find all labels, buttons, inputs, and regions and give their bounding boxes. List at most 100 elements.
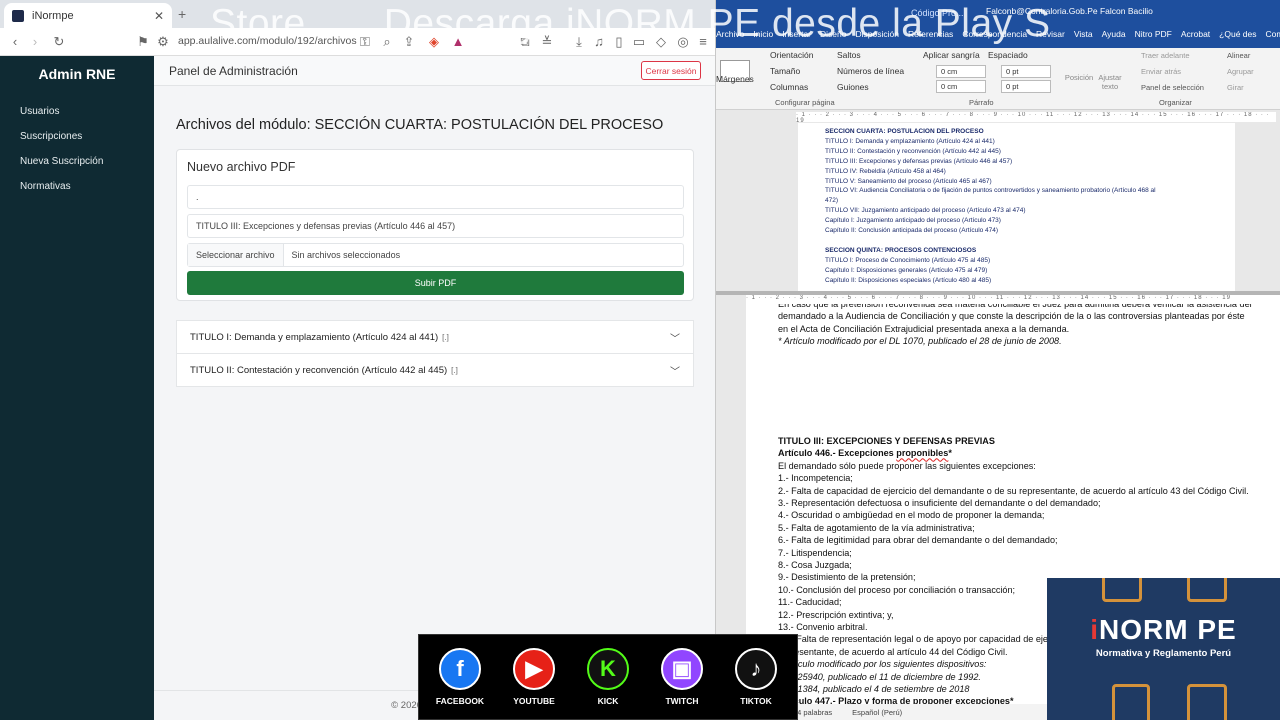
columns-button[interactable]: Columnas: [770, 82, 808, 92]
document-line: TITULO III: EXCEPCIONES Y DEFENSAS PREVI…: [778, 436, 995, 446]
upload-pdf-button[interactable]: Subir PDF: [187, 271, 684, 295]
indent-right-input[interactable]: 0 cm: [936, 80, 986, 93]
logo-subtitle: Normativa y Reglamento Perú: [1095, 648, 1232, 659]
document-line: Artículo 446.- Excepciones proponibles*: [778, 448, 952, 459]
file-picker[interactable]: Seleccionar archivo Sin archivos selecci…: [187, 243, 684, 267]
indent-label: Aplicar sangría: [923, 50, 980, 60]
logo-title: iNORM PE: [1090, 614, 1237, 645]
ribbon-tab[interactable]: Ayuda: [1102, 29, 1126, 47]
social-link-youtube[interactable]: ▶ YOUTUBE: [501, 648, 567, 706]
outline-line: SECCION QUINTA: PROCESOS CONTENCIOSOS: [825, 246, 977, 254]
chevron-down-icon[interactable]: ﹀: [670, 363, 680, 378]
outline-line: TITULO III: Excepciones y defensas previ…: [825, 157, 1013, 165]
margins-button[interactable]: Márgenes: [716, 74, 754, 84]
bring-forward-button[interactable]: Traer adelante: [1141, 51, 1190, 60]
promo-banner: Store Descarga iNORM PE desde la Play S: [210, 2, 1090, 46]
page-title: Archivos del módulo: SECCIÓN CUARTA: POS…: [176, 117, 664, 133]
social-link-kick[interactable]: K KICK: [575, 648, 641, 706]
document-line: 4.- Oscuridad o ambigüedad en el modo de…: [778, 510, 1045, 521]
inorm-logo: iNORM PE Normativa y Reglamento Perú: [1047, 578, 1280, 720]
document-line: - DL 1384, publicado el 4 de setiembre d…: [778, 684, 970, 694]
outline-line: Capítulo I: Juzgamiento anticipado del p…: [825, 217, 1001, 225]
group-button[interactable]: Agrupar: [1227, 67, 1254, 76]
document-line: 5.- Falta de agotamiento de la vía admin…: [778, 522, 975, 533]
outline-line: TITULO VII: Juzgamiento anticipado del p…: [825, 207, 1026, 215]
tiktok-icon: ♪: [735, 648, 777, 690]
order-input[interactable]: .: [187, 185, 684, 209]
close-tab-icon[interactable]: ✕: [154, 9, 164, 23]
outline-line: SECCION CUARTA: POSTULACION DEL PROCESO: [825, 128, 984, 135]
hyphenation-button[interactable]: Guiones: [837, 82, 869, 92]
file-name-input[interactable]: TITULO III: Excepciones y defensas previ…: [187, 214, 684, 238]
banner-text-left: Store: [210, 2, 306, 45]
size-button[interactable]: Tamaño: [770, 66, 800, 76]
file-accordion-item[interactable]: TITULO II: Contestación y reconvención (…: [176, 353, 694, 387]
youtube-icon: ▶: [513, 648, 555, 690]
back-icon[interactable]: ‹: [6, 34, 24, 49]
line-numbers-button[interactable]: Números de línea: [837, 66, 904, 76]
selection-pane-button[interactable]: Panel de selección: [1141, 83, 1204, 92]
social-link-tiktok[interactable]: ♪ TIKTOK: [723, 648, 789, 706]
file-status: Sin archivos seleccionados: [291, 250, 401, 260]
space-after-input[interactable]: 0 pt: [1001, 80, 1051, 93]
document-line: - DL 25940, publicado el 11 de diciembre…: [778, 671, 981, 682]
outline-line: Capítulo I: Disposiciones generales (Art…: [825, 266, 988, 274]
position-button[interactable]: Posición: [1062, 73, 1096, 82]
social-link-twitch[interactable]: ▣ TWITCH: [649, 648, 715, 706]
browser-tab[interactable]: iNormpe ✕: [4, 3, 172, 28]
ruler-top[interactable]: · 1 · · · 2 · · · 3 · · · 4 · · · 5 · · …: [796, 112, 1276, 122]
file-label: TITULO II: Contestación y reconvención (…: [190, 364, 448, 376]
document-line: 8.- Cosa Juzgada;: [778, 560, 852, 570]
admin-header: Panel de Administración Cerrar sesión: [154, 56, 715, 86]
ribbon-tab[interactable]: Nitro PDF: [1135, 29, 1172, 47]
ribbon-tab[interactable]: Acrobat: [1181, 29, 1210, 47]
file-name-value: TITULO III: Excepciones y defensas previ…: [196, 221, 456, 231]
orientation-button[interactable]: Orientación: [770, 50, 813, 60]
document-line: El demandado sólo puede proponer las sig…: [778, 460, 1036, 471]
new-tab-icon[interactable]: +: [178, 6, 186, 22]
document-line: 1.- Incompetencia;: [778, 473, 853, 484]
logout-button[interactable]: Cerrar sesión: [641, 61, 701, 80]
ribbon-tab[interactable]: Com: [1266, 29, 1280, 47]
spacing-label: Espaciado: [988, 50, 1028, 60]
document-line: 2.- Falta de capacidad de ejercicio del …: [778, 485, 1249, 496]
forward-icon[interactable]: ›: [26, 34, 44, 49]
send-backward-button[interactable]: Enviar atrás: [1141, 67, 1181, 76]
social-label: YOUTUBE: [513, 696, 555, 706]
chevron-down-icon[interactable]: ﹀: [670, 330, 680, 345]
breaks-button[interactable]: Saltos: [837, 50, 861, 60]
align-button[interactable]: Alinear: [1227, 51, 1250, 60]
twitch-icon: ▣: [661, 648, 703, 690]
handshake-icon: [1187, 578, 1227, 602]
document-line: 11.- Caducidad;: [778, 597, 842, 608]
document-line: 9.- Desistimiento de la pretensión;: [778, 572, 916, 583]
reload-icon[interactable]: ↻: [50, 34, 68, 50]
wrap-text-button[interactable]: Ajustar texto: [1096, 73, 1124, 91]
social-link-facebook[interactable]: f FACEBOOK: [427, 648, 493, 706]
outline-line: TITULO VI: Audiencia Conciliatoria o de …: [825, 187, 1156, 195]
indent-left-input[interactable]: 0 cm: [936, 65, 986, 78]
sidebar-item-usuarios[interactable]: Usuarios: [20, 106, 59, 117]
select-file-button[interactable]: Seleccionar archivo: [188, 244, 284, 266]
tab-title: iNormpe: [32, 9, 74, 22]
social-label: FACEBOOK: [435, 696, 485, 706]
file-accordion-item[interactable]: TITULO I: Demanda y emplazamiento (Artíc…: [176, 320, 694, 354]
social-label: TIKTOK: [740, 696, 772, 706]
new-pdf-card: Nuevo archivo PDF . TITULO III: Excepcio…: [176, 149, 694, 301]
group-label-paragraph: Párrafo: [969, 98, 994, 107]
document-page-top[interactable]: SECCION CUARTA: POSTULACION DEL PROCESO T…: [798, 123, 1235, 291]
ribbon-tab[interactable]: ¿Qué des: [1219, 29, 1256, 47]
sidebar-item-normativas[interactable]: Normativas: [20, 181, 71, 192]
sidebar-item-suscripciones[interactable]: Suscripciones: [20, 131, 82, 142]
outline-line: TITULO IV: Rebeldía (Artículo 458 al 464…: [825, 167, 946, 175]
space-before-input[interactable]: 0 pt: [1001, 65, 1051, 78]
ruler-bottom[interactable]: · 1 · · · 2 · · · 3 · · · 4 · · · 5 · · …: [746, 295, 1280, 304]
bookmark-icon[interactable]: ⚑: [134, 34, 152, 50]
site-settings-icon[interactable]: ⚙: [154, 34, 172, 50]
rotate-button[interactable]: Girar: [1227, 83, 1244, 92]
document-line: representante, de acuerdo al artículo 44…: [778, 646, 1008, 657]
main-content: Panel de Administración Cerrar sesión Ar…: [154, 56, 715, 720]
favicon-icon: [12, 9, 24, 22]
language-status[interactable]: Español (Perú): [852, 708, 902, 717]
sidebar-item-nueva-suscripcion[interactable]: Nueva Suscripción: [20, 156, 103, 167]
